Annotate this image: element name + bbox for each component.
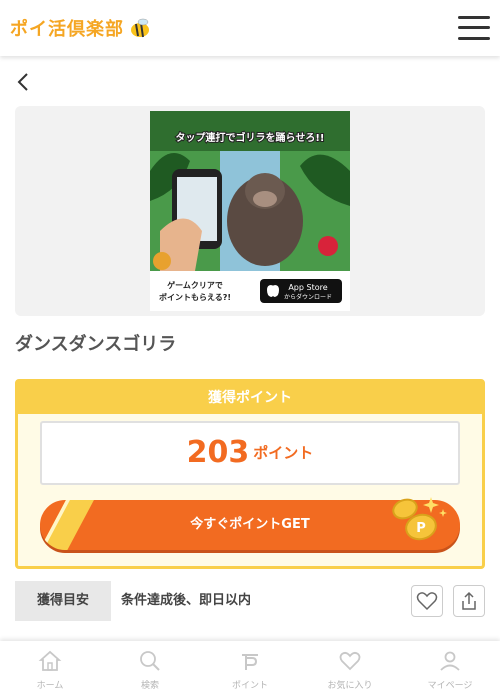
share-button[interactable] — [453, 585, 485, 617]
hamburger-icon-line — [458, 26, 490, 29]
tab-points[interactable]: ポイント — [200, 641, 300, 700]
banner-area: タップ連打でゴリラを踊らせろ!! ゲームクリアで ポイントもらえる?! App … — [15, 106, 485, 316]
tab-search-label: 検索 — [140, 681, 159, 691]
banner-cta-line1: ゲームクリアで — [167, 280, 223, 290]
hamburger-icon-line — [458, 16, 490, 19]
apple-icon — [267, 285, 279, 297]
hamburger-icon-line — [458, 37, 490, 40]
coins-icon: P — [392, 497, 447, 541]
tab-home[interactable]: ホーム — [0, 641, 100, 700]
offer-title: ダンスダンスゴリラ — [15, 334, 177, 355]
point-icon — [242, 654, 258, 670]
points-box: 203 ポイント — [40, 421, 460, 485]
points-unit: ポイント — [253, 443, 314, 462]
home-icon — [38, 650, 62, 671]
tab-mypage[interactable]: マイページ — [400, 641, 500, 700]
tab-favorites[interactable]: お気に入り — [300, 641, 400, 700]
banner-cta-line2: ポイントもらえる?! — [159, 292, 231, 302]
tab-points-label: ポイント — [231, 681, 268, 691]
tab-mypage-label: マイページ — [427, 681, 473, 691]
app-header: ポイ活倶楽部 — [0, 0, 500, 56]
menu-button[interactable] — [458, 14, 490, 42]
app-store-badge-top: App Store — [288, 283, 327, 292]
heart-icon — [339, 651, 361, 671]
period-value: 条件達成後、即日以内 — [121, 593, 252, 608]
points-value: 203 — [186, 435, 250, 470]
svg-text:P: P — [416, 521, 426, 536]
logo[interactable]: ポイ活倶楽部 — [10, 14, 152, 42]
app-store-badge-bottom: からダウンロード — [284, 293, 332, 301]
tab-home-label: ホーム — [36, 681, 64, 691]
bottom-tab-bar: ホーム 検索 ポイント お気に入り マイページ — [0, 641, 500, 700]
back-button[interactable] — [14, 70, 34, 94]
favorite-button[interactable] — [411, 585, 443, 617]
bee-logo-icon — [131, 18, 149, 38]
chevron-left-icon — [17, 73, 28, 91]
banner-headline: タップ連打でゴリラを踊らせろ!! — [176, 131, 325, 144]
app-banner-image[interactable]: タップ連打でゴリラを踊らせろ!! ゲームクリアで ポイントもらえる?! App … — [150, 111, 350, 311]
search-icon — [140, 651, 160, 671]
share-icon — [462, 591, 476, 610]
user-icon — [440, 651, 460, 671]
tab-favorites-label: お気に入り — [327, 681, 373, 691]
logo-text: ポイ活倶楽部 — [10, 19, 124, 40]
points-header: 獲得ポイント — [18, 382, 482, 414]
period-label: 獲得目安 — [15, 581, 111, 621]
tab-search[interactable]: 検索 — [100, 641, 200, 700]
heart-icon — [416, 592, 438, 611]
